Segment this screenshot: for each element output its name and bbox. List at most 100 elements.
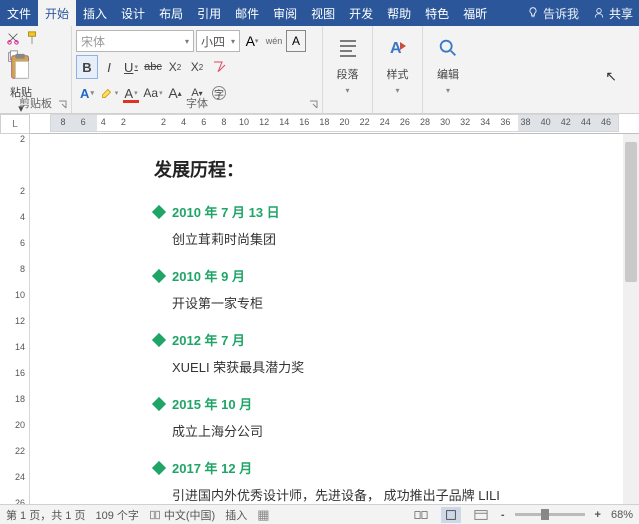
- share-button[interactable]: 共享: [587, 0, 639, 26]
- tab-foxit[interactable]: 福昕: [456, 0, 494, 26]
- dialog-launcher-icon[interactable]: [309, 100, 319, 110]
- underline-button[interactable]: U▾: [120, 55, 142, 79]
- chevron-down-icon[interactable]: ▾: [446, 86, 450, 95]
- page-indicator[interactable]: 第 1 页，共 1 页: [6, 507, 85, 523]
- tab-home[interactable]: 开始: [38, 0, 76, 26]
- vertical-ruler[interactable]: 22468101214161820222426: [0, 134, 30, 504]
- paragraph-label: 段落: [337, 66, 359, 82]
- grow-font-button[interactable]: A▾: [242, 30, 262, 52]
- timeline-date: 2010 年 9 月: [172, 266, 245, 285]
- ruler-tick: 14: [0, 342, 25, 352]
- clear-format-button[interactable]: [208, 55, 230, 79]
- timeline-item: 2012 年 7 月XUELI 荣获最具潜力奖: [154, 330, 570, 376]
- tab-insert[interactable]: 插入: [76, 0, 114, 26]
- timeline-body: 引进国内外优秀设计师，先进设备， 成功推出子品牌 LILI: [172, 485, 570, 504]
- timeline-date: 2017 年 12 月: [172, 458, 252, 477]
- bold-button[interactable]: B: [76, 55, 98, 79]
- ribbon-tabs: 文件 开始 插入 设计 布局 引用 邮件 审阅 视图 开发 帮助 特色 福昕 告…: [0, 0, 639, 26]
- superscript-button[interactable]: X2: [186, 55, 208, 79]
- chevron-down-icon[interactable]: ▾: [395, 86, 399, 95]
- paragraph-icon: [334, 34, 362, 62]
- document-scroll[interactable]: 发展历程： 2010 年 7 月 13 日创立茸莉时尚集团2010 年 9 月开…: [30, 134, 639, 504]
- scroll-thumb[interactable]: [625, 142, 637, 282]
- ruler-tick: 2: [0, 186, 25, 196]
- dialog-launcher-icon[interactable]: [58, 100, 68, 110]
- group-paragraph[interactable]: 段落 ▾: [323, 26, 373, 113]
- diamond-bullet-icon: [152, 204, 166, 218]
- phonetic-guide-button[interactable]: wén: [264, 30, 284, 52]
- zoom-out-button[interactable]: -: [501, 509, 505, 521]
- tab-special[interactable]: 特色: [418, 0, 456, 26]
- horizontal-ruler[interactable]: 8642246810121416182022242628303234363840…: [30, 114, 639, 134]
- tell-me-search[interactable]: 告诉我: [519, 0, 587, 26]
- zoom-level[interactable]: 68%: [611, 509, 633, 521]
- font-size-value: 小四: [201, 33, 225, 50]
- ruler-tick: 4: [0, 212, 25, 222]
- tab-view[interactable]: 视图: [304, 0, 342, 26]
- word-count[interactable]: 109 个字: [95, 507, 138, 523]
- ruler-tick: 6: [75, 117, 91, 127]
- italic-button[interactable]: I: [98, 55, 120, 79]
- format-painter-button[interactable]: [23, 29, 41, 47]
- tab-developer[interactable]: 开发: [342, 0, 380, 26]
- ruler-tick: 18: [0, 394, 25, 404]
- ruler-tick: 38: [518, 117, 534, 127]
- zoom-slider[interactable]: [515, 513, 585, 516]
- ruler-tick: 20: [337, 117, 353, 127]
- read-mode-button[interactable]: [411, 507, 431, 523]
- ruler-tick: 12: [0, 316, 25, 326]
- diamond-bullet-icon: [152, 396, 166, 410]
- macro-icon[interactable]: ▦: [257, 507, 269, 523]
- ruler-tick: 40: [538, 117, 554, 127]
- tab-design[interactable]: 设计: [114, 0, 152, 26]
- share-label: 共享: [609, 5, 633, 22]
- timeline-date: 2010 年 7 月 13 日: [172, 202, 280, 221]
- print-layout-button[interactable]: [441, 507, 461, 523]
- chevron-down-icon[interactable]: ▾: [185, 37, 189, 46]
- person-icon: [593, 7, 605, 19]
- cut-button[interactable]: [4, 29, 22, 47]
- ruler-tick: 20: [0, 420, 25, 430]
- ruler-tick: 6: [0, 238, 25, 248]
- ruler-tick: 8: [55, 117, 71, 127]
- ruler-tick: 42: [558, 117, 574, 127]
- vertical-scrollbar[interactable]: [623, 134, 639, 504]
- ruler-tick: 16: [0, 368, 25, 378]
- tab-help[interactable]: 帮助: [380, 0, 418, 26]
- zoom-handle[interactable]: [541, 509, 549, 520]
- ruler-tick: 18: [316, 117, 332, 127]
- clipboard-icon: [6, 52, 36, 82]
- font-size-combo[interactable]: 小四 ▾: [196, 30, 240, 52]
- insert-mode[interactable]: 插入: [225, 507, 247, 523]
- ruler-tick: 24: [377, 117, 393, 127]
- subscript-button[interactable]: X2: [164, 55, 186, 79]
- ruler-tick: 32: [457, 117, 473, 127]
- tab-layout[interactable]: 布局: [152, 0, 190, 26]
- group-editing[interactable]: 编辑 ▾: [423, 26, 473, 113]
- styles-label: 样式: [387, 66, 409, 82]
- chevron-down-icon[interactable]: ▾: [231, 37, 235, 46]
- ruler-tick: 30: [437, 117, 453, 127]
- ruler-tick: 22: [0, 446, 25, 456]
- tab-file[interactable]: 文件: [0, 0, 38, 26]
- ruler-tick: 46: [598, 117, 614, 127]
- web-layout-button[interactable]: [471, 507, 491, 523]
- ruler-tick: 2: [156, 117, 172, 127]
- zoom-in-button[interactable]: +: [595, 509, 601, 521]
- ruler-tick: 34: [477, 117, 493, 127]
- tab-selector[interactable]: L: [0, 114, 30, 134]
- tab-review[interactable]: 审阅: [266, 0, 304, 26]
- group-styles[interactable]: A 样式 ▾: [373, 26, 423, 113]
- ruler-tick: 4: [95, 117, 111, 127]
- strike-button[interactable]: abc: [142, 55, 164, 79]
- tab-mailings[interactable]: 邮件: [228, 0, 266, 26]
- diamond-bullet-icon: [152, 268, 166, 282]
- tab-references[interactable]: 引用: [190, 0, 228, 26]
- ruler-tick: 14: [276, 117, 292, 127]
- chevron-down-icon[interactable]: ▾: [345, 86, 349, 95]
- font-name-combo[interactable]: 宋体▾: [76, 30, 194, 52]
- char-border-button[interactable]: A: [286, 30, 306, 52]
- ruler-tick: 6: [196, 117, 212, 127]
- find-icon: [434, 34, 462, 62]
- language-indicator[interactable]: 中文(中国): [149, 507, 215, 523]
